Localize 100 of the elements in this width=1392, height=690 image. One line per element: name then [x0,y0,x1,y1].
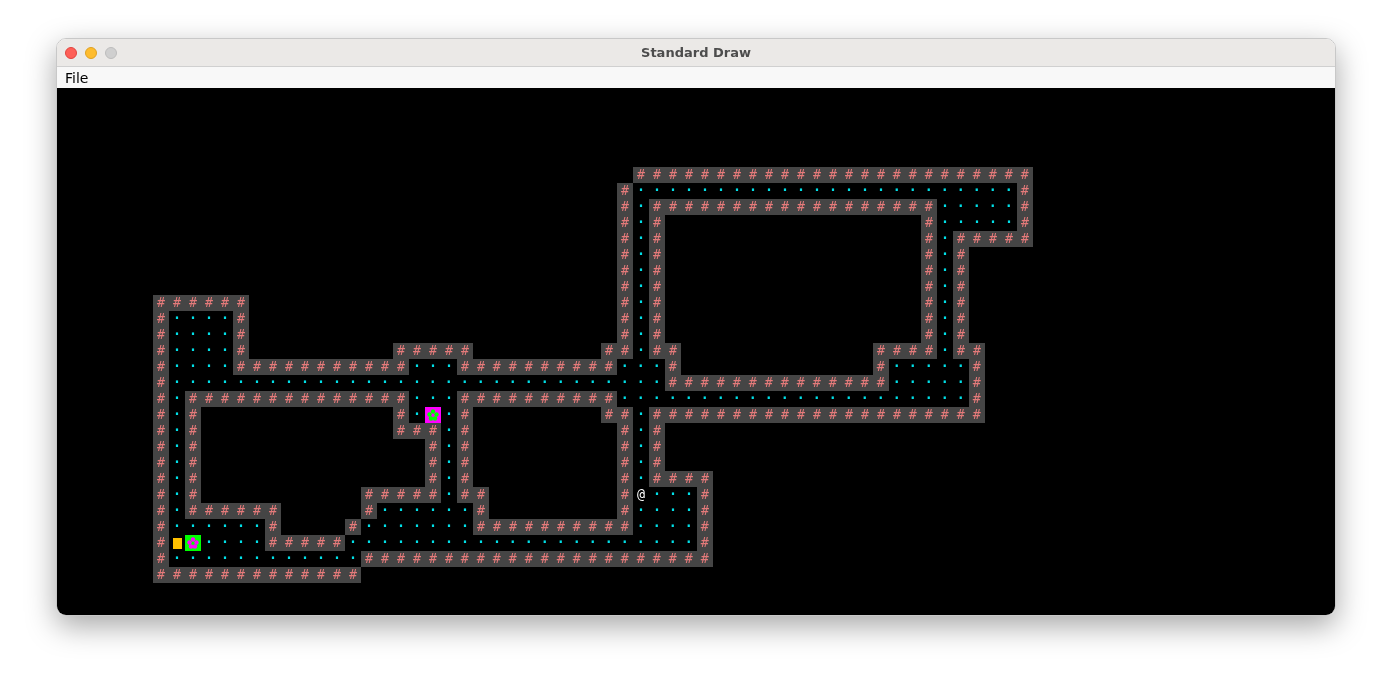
wall-segment: # # # # # # # # # # # # # # [185,391,409,407]
floor-dots: · [940,327,950,343]
floor-dots: · · · · · [940,215,1014,231]
wall-segment: # [921,263,937,279]
wall-segment: # [393,407,409,423]
wall-segment: # [233,311,249,327]
wall-segment: # # [600,343,633,359]
wall-segment: # [952,295,969,311]
floor-dots: · [172,407,182,423]
wall-segment: # [696,503,713,519]
wall-segment: # [617,471,633,487]
floor-dots: · [636,439,646,455]
wall-segment: # [617,423,633,439]
floor-dots: · [636,327,646,343]
floor-dots: · · · · · [939,199,1014,215]
wall-segment: # [153,535,169,551]
wall-segment: # [953,327,969,343]
floor-dots: · · · · · · · · · · · · · · · · · · · · · · · · · · · · · · · [172,375,662,391]
wall-segment: # [153,311,169,327]
wall-segment: # [921,311,937,327]
wall-segment: # [649,423,665,439]
wall-segment: # [1016,183,1033,199]
wall-segment: # [233,327,249,343]
wall-segment: # [617,263,633,279]
wall-segment: # [185,407,201,423]
wall-segment: # [617,215,633,231]
wall-segment: # [953,247,969,263]
floor-dots: · · · · [204,535,262,551]
wall-segment: # [153,503,169,519]
wall-segment: # [649,311,665,327]
floor-dots: · [444,471,454,487]
floor-dots: · · · · [635,519,694,535]
floor-dots: · · · · [635,503,694,519]
wall-segment: # [921,215,937,231]
wall-segment: # # # # # [953,231,1033,247]
floor-dots: · [940,231,950,247]
wall-segment: # [457,439,473,455]
floor-dots: · · · · · · [379,503,470,519]
wall-segment: # [233,343,249,359]
floor-dots: · [939,295,950,311]
wall-segment: # [617,247,633,263]
wall-segment: # [185,423,201,439]
wall-segment: # [648,295,665,311]
floor-dots: · [412,407,422,423]
wall-segment: # # # # # [265,535,345,551]
wall-segment: # [649,247,665,263]
wall-segment: # [617,311,633,327]
wall-segment: # [425,471,441,487]
floor-dots: · [636,311,646,327]
minimize-button[interactable] [85,47,97,59]
wall-segment: # [649,263,665,279]
wall-segment: # [872,359,889,375]
floor-dots: · · · · · [891,359,966,375]
wall-segment: # [153,407,169,423]
wall-segment: # [921,247,937,263]
wall-segment: # # # # # # # # # # # # # [153,567,361,583]
wall-segment: # # # # # [393,343,473,359]
wall-segment: # [649,439,665,455]
floor-dots: · · · · · · · · · · · · · · · · · · · · · · [347,535,694,551]
wall-segment: # [185,439,201,455]
wall-segment: # [264,519,281,535]
wall-segment: # [968,375,985,391]
floor-dots: · [172,391,182,407]
wall-segment: # [457,423,473,439]
wall-segment: # # # # # # # # # # # # # # # # # # # # # # [360,551,713,567]
zoom-button[interactable] [105,47,117,59]
wall-segment: # # # # # # # # # # # [233,359,409,375]
wall-segment: # # # # # # # # # # [472,519,633,535]
wall-segment: # [185,487,201,503]
wall-segment: # [616,487,633,503]
menu-item[interactable]: File [65,70,89,85]
wall-segment: # [344,519,361,535]
wall-segment: # # # # [872,343,937,359]
wall-segment: # # [601,407,633,423]
floor-dots: · [172,455,182,471]
wall-segment: # [616,503,633,519]
wall-segment: # [649,231,665,247]
wall-segment: # [649,327,665,343]
floor-dots: · · · · · · · · · · · · · · · · · · · · · · [619,391,966,407]
wall-segment: # [153,519,169,535]
floor-dots: · · · · [172,327,230,343]
wall-segment: # [649,215,665,231]
close-button[interactable] [65,47,77,59]
wall-segment: # [425,439,441,455]
wall-segment: # # # # # # # # # # # # # # # # # # # # # [649,407,985,423]
wall-segment: # [616,295,633,311]
floor-dots: · [172,423,182,439]
wall-segment: # [153,327,169,343]
wall-segment: # [153,551,169,567]
wall-segment: # [472,503,489,519]
wall-segment: # # # # [649,471,713,487]
floor-dots: · [635,295,646,311]
floor-dots: · · · · · [891,375,966,391]
floor-dots: · · · [411,359,454,375]
wall-segment: # # # # # # # # # # # # # # [664,375,889,391]
wall-segment: # [153,375,169,391]
wall-segment: # [153,487,169,503]
floor-dots: · · · · · · · · · · · · [172,551,358,567]
floor-dots: · · · [651,487,694,503]
floor-dots: · · · · · · [172,519,262,535]
